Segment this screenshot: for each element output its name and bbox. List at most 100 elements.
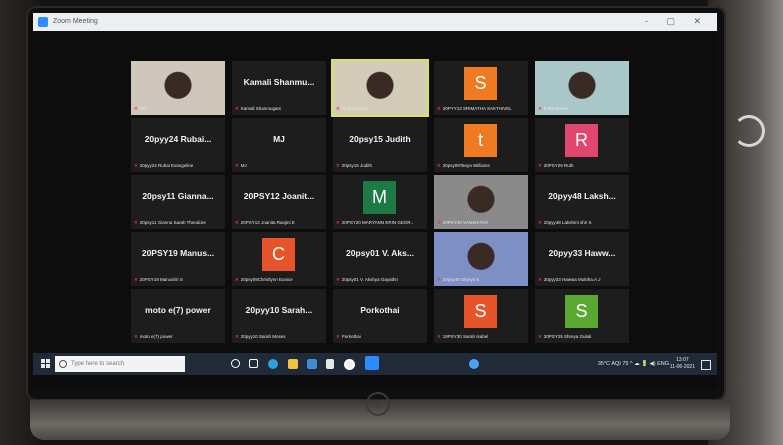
- participant-tile-t8[interactable]: 20psy15 Judith ✕ 20psy15 Judith: [333, 118, 427, 172]
- avatar-initial: R: [565, 124, 598, 157]
- muted-mic-icon: ✕: [336, 277, 340, 282]
- participant-name: 20pyy24 Rubai Evangeline: [139, 163, 194, 168]
- participant-display-name: 20PSY19 Manus...: [141, 248, 215, 258]
- participant-tile-t5[interactable]: ✕ Ezhil Meena: [535, 61, 629, 115]
- participant-name: 20psy15 Judith: [341, 163, 373, 168]
- participant-tile-t4[interactable]: S ✕ 20PYY13 SRIMATHA SAKTHIVEL: [434, 61, 528, 115]
- participant-tile-t21[interactable]: moto e(7) power ✕ moto e(7) power: [131, 289, 225, 343]
- notification-icon[interactable]: [701, 360, 711, 370]
- muted-mic-icon: ✕: [437, 334, 441, 339]
- participant-caption: ✕ 20PSY20 MARYANN ERIN GEOR..: [336, 220, 413, 226]
- participant-tile-t14[interactable]: ✕ 20PSY40 VANSHITHA: [434, 175, 528, 229]
- participant-caption: ✕ 20PSY19 Manushri S: [134, 277, 183, 283]
- avatar-initial: S: [565, 295, 598, 328]
- participant-name: 20psy09Christlynn Eunice: [240, 277, 293, 282]
- participant-tile-t13[interactable]: M ✕ 20PSY20 MARYANN ERIN GEOR..: [333, 175, 427, 229]
- muted-mic-icon: ✕: [437, 277, 441, 282]
- laptop-screen: Zoom Meeting - ▢ ✕ ✕ MJ Kamali Shanmu... ✕ K…: [33, 13, 717, 388]
- muted-mic-icon: ✕: [235, 277, 239, 282]
- participant-tile-t23[interactable]: Porkothai ✕ Porkothai: [333, 289, 427, 343]
- participant-tile-t1[interactable]: ✕ MJ: [131, 61, 225, 115]
- chrome-icon[interactable]: [344, 359, 355, 370]
- participant-tile-t9[interactable]: t ✕ 20psy09Tanya Williams: [434, 118, 528, 172]
- participant-name: 20pyy33 Hawwa Muktha.A.J: [543, 277, 601, 282]
- participant-display-name: 20pyy48 Laksh...: [548, 191, 616, 201]
- muted-mic-icon: ✕: [134, 106, 138, 111]
- participant-display-name: Kamali Shanmu...: [243, 77, 315, 87]
- participant-display-name: 20psy11 Gianna...: [142, 191, 214, 201]
- dropbox-icon[interactable]: [326, 359, 334, 369]
- participant-tile-t20[interactable]: 20pyy33 Haww... ✕ 20pyy33 Hawwa Muktha.A.J: [535, 232, 629, 286]
- participant-display-name: Porkothai: [360, 305, 400, 315]
- participant-tile-t25[interactable]: S ✕ 20PSY25 Shreya Gulati: [535, 289, 629, 343]
- participant-caption: ✕ 19PSY30 Sarah Isabel: [437, 334, 488, 340]
- store-icon[interactable]: [307, 359, 317, 369]
- participant-tile-t12[interactable]: 20PSY12 Joanit... ✕ 20PSY12 Joanita Ranjin…: [232, 175, 326, 229]
- edge-icon[interactable]: [268, 359, 278, 369]
- participant-tile-t7[interactable]: MJ ✕ MJ: [232, 118, 326, 172]
- participant-caption: ✕ 20PSY40 VANSHITHA: [437, 220, 488, 226]
- participant-name: 20pyy10 Sarah Moses: [240, 334, 286, 339]
- participant-caption: ✕ 20psy48 Shreya K: [437, 277, 480, 283]
- taskbar-search-input[interactable]: Type here to search: [55, 356, 185, 372]
- participant-caption: ✕ MJ: [235, 163, 247, 169]
- muted-mic-icon: ✕: [538, 106, 542, 111]
- participant-caption: ✕ MJ: [134, 106, 146, 112]
- participant-display-name: 20PSY12 Joanit...: [243, 191, 315, 201]
- participant-display-name: 20pyy33 Haww...: [548, 248, 616, 258]
- task-view-icon[interactable]: [249, 359, 258, 368]
- file-explorer-icon[interactable]: [288, 359, 298, 369]
- muted-mic-icon: ✕: [134, 277, 138, 282]
- taskbar-clock[interactable]: 13:07 11-06-2021: [670, 357, 695, 371]
- window-titlebar: Zoom Meeting - ▢ ✕: [33, 13, 717, 31]
- participant-caption: ✕ 20psy09Christlynn Eunice: [235, 277, 293, 283]
- participant-tile-t10[interactable]: R ✕ 20PSY29 Ruth: [535, 118, 629, 172]
- participant-name: 20psy01 V. Akshya Gayathri: [341, 277, 398, 282]
- participant-caption: ✕ Porkothai: [336, 334, 361, 340]
- windows-taskbar: Type here to search 35°C AQI 75 ^ ☁ 🔋 ◀)…: [33, 353, 717, 375]
- avatar-initial: C: [262, 238, 295, 271]
- clock-date: 11-06-2021: [669, 364, 695, 370]
- muted-mic-icon: ✕: [538, 277, 542, 282]
- participant-display-name: 20psy15 Judith: [349, 134, 411, 144]
- participant-name: 20PSY20 MARYANN ERIN GEOR..: [341, 220, 414, 225]
- gallery-view: ✕ MJ Kamali Shanmu... ✕ Kamali Shanmugam ✕ Dr.…: [33, 31, 717, 353]
- cable: [733, 115, 765, 147]
- participant-name: 20PSY29 Ruth: [543, 163, 574, 168]
- zoom-taskbar-icon[interactable]: [365, 356, 379, 370]
- participant-tile-t17[interactable]: C ✕ 20psy09Christlynn Eunice: [232, 232, 326, 286]
- muted-mic-icon: ✕: [336, 220, 340, 225]
- participant-name: 20psy09Tanya Williams: [442, 163, 490, 168]
- muted-mic-icon: ✕: [235, 106, 239, 111]
- participant-tile-t15[interactable]: 20pyy48 Laksh... ✕ 20pyy48 Lakshmi shri S: [535, 175, 629, 229]
- participant-caption: ✕ 20psy09Tanya Williams: [437, 163, 490, 169]
- participant-caption: ✕ 20PYY13 SRIMATHA SAKTHIVEL: [437, 106, 512, 112]
- participant-name: 20pyy48 Lakshmi shri S: [543, 220, 592, 225]
- muted-mic-icon: ✕: [538, 334, 542, 339]
- participant-caption: ✕ Kamali Shanmugam: [235, 106, 281, 112]
- participant-tile-t6[interactable]: 20pyy24 Rubai... ✕ 20pyy24 Rubai Evangelin…: [131, 118, 225, 172]
- participant-caption: ✕ 20psy01 V. Akshya Gayathri: [336, 277, 398, 283]
- participant-display-name: 20pyy24 Rubai...: [144, 134, 212, 144]
- participant-tile-t2[interactable]: Kamali Shanmu... ✕ Kamali Shanmugam: [232, 61, 326, 115]
- participant-tile-t19[interactable]: ✕ 20psy48 Shreya K: [434, 232, 528, 286]
- muted-mic-icon: ✕: [437, 163, 441, 168]
- participant-caption: ✕ 20pyy48 Lakshmi shri S: [538, 220, 592, 226]
- muted-mic-icon: ✕: [336, 163, 340, 168]
- participant-name: Dr.D.Jumathi: [341, 106, 368, 111]
- cortana-icon[interactable]: [231, 359, 240, 368]
- participant-caption: ✕ 20pyy33 Hawwa Muktha.A.J: [538, 277, 601, 283]
- window-controls[interactable]: - ▢ ✕: [645, 16, 709, 27]
- participant-tile-t18[interactable]: 20psy01 V. Aks... ✕ 20psy01 V. Akshya Gaya…: [333, 232, 427, 286]
- participant-tile-t24[interactable]: S ✕ 19PSY30 Sarah Isabel: [434, 289, 528, 343]
- participant-tile-t3[interactable]: ✕ Dr.D.Jumathi: [331, 59, 429, 117]
- muted-mic-icon: ✕: [538, 220, 542, 225]
- avatar-initial: S: [464, 67, 497, 100]
- system-tray[interactable]: 35°C AQI 75 ^ ☁ 🔋 ◀) ENG: [598, 361, 669, 367]
- participant-tile-t16[interactable]: 20PSY19 Manus... ✕ 20PSY19 Manushri S: [131, 232, 225, 286]
- participant-tile-t22[interactable]: 20pyy10 Sarah... ✕ 20pyy10 Sarah Moses: [232, 289, 326, 343]
- start-button[interactable]: [41, 359, 51, 369]
- participant-display-name: MJ: [273, 134, 285, 144]
- muted-mic-icon: ✕: [235, 220, 239, 225]
- participant-tile-t11[interactable]: 20psy11 Gianna... ✕ 20psy11 Gianna Sarah T…: [131, 175, 225, 229]
